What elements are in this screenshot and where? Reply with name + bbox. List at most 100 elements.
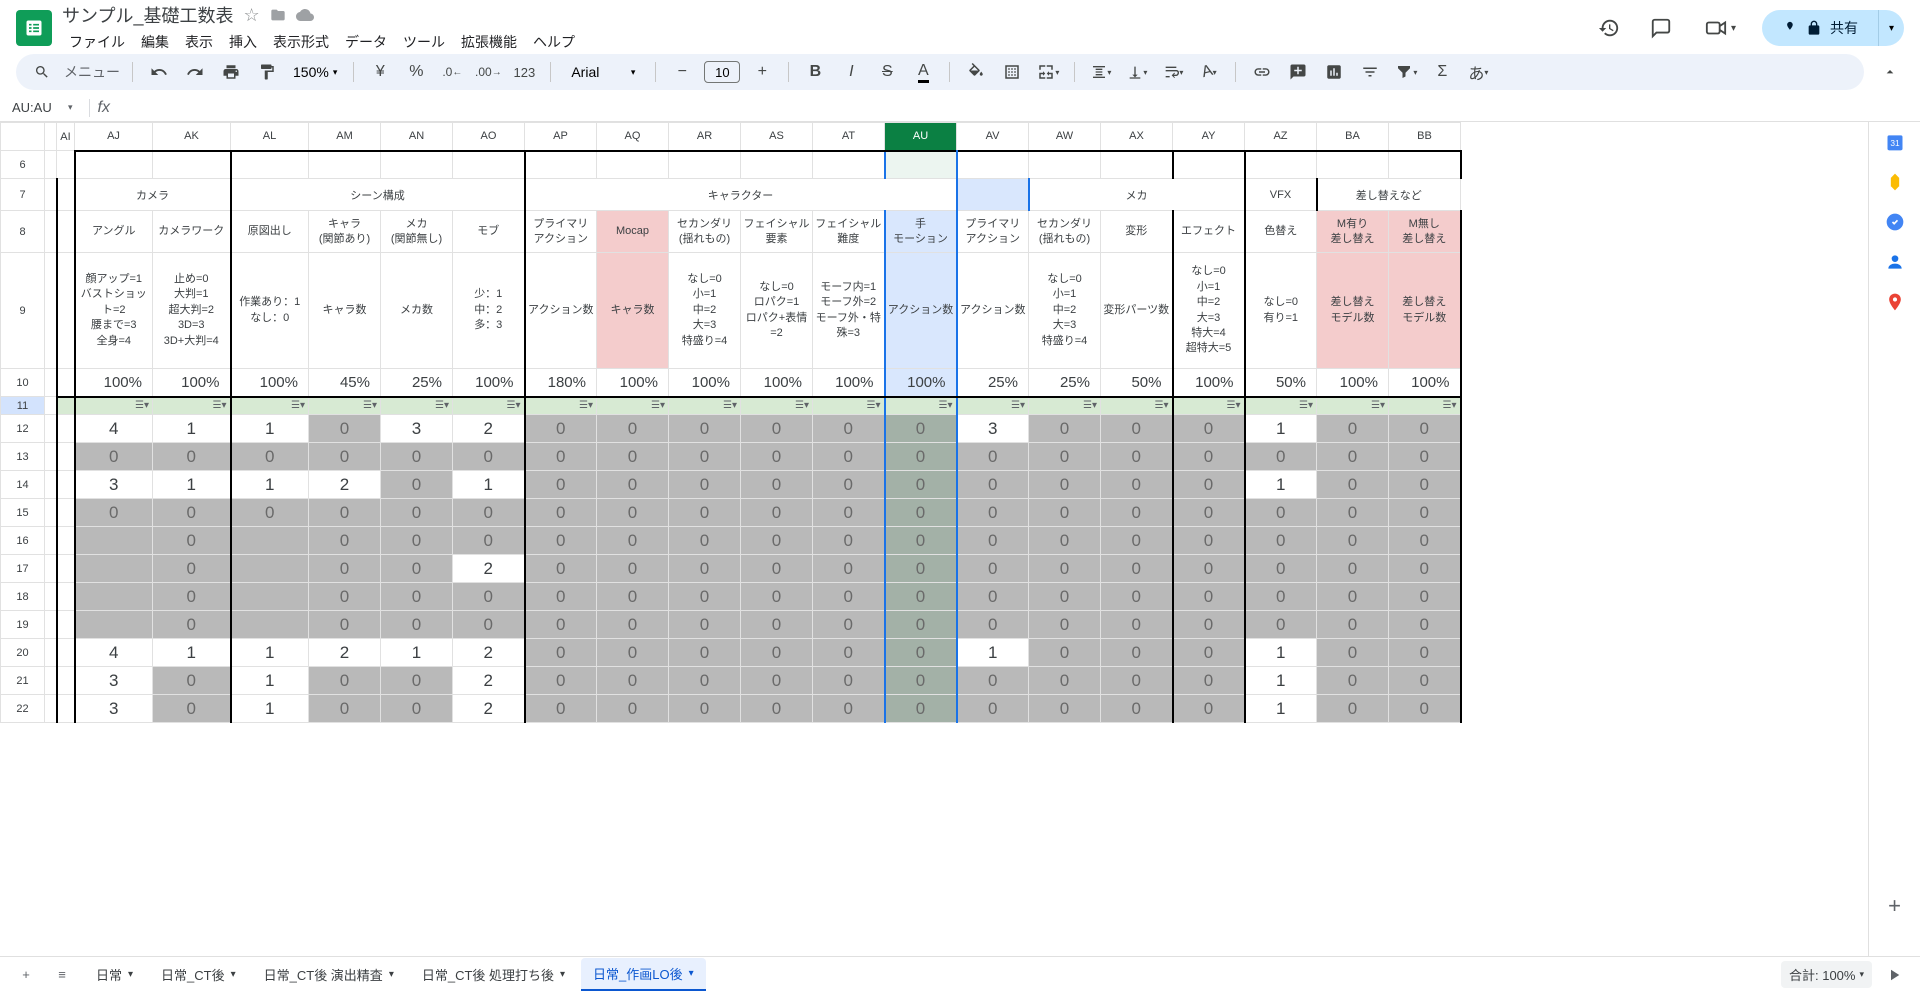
filter-AZ[interactable]: ☰▾ — [1245, 397, 1317, 415]
cell-AW12[interactable]: 0 — [1029, 415, 1101, 443]
cell-AM16[interactable]: 0 — [309, 527, 381, 555]
font-decrease-icon[interactable]: − — [668, 58, 696, 86]
col-header-BA[interactable]: BA — [1317, 123, 1389, 151]
pct-AO[interactable]: 100% — [453, 369, 525, 397]
cell-AO21[interactable]: 2 — [453, 667, 525, 695]
cell-AU18[interactable]: 0 — [885, 583, 957, 611]
cell-AO19[interactable]: 0 — [453, 611, 525, 639]
filter-AJ[interactable]: ☰▾ — [75, 397, 153, 415]
menu-file[interactable]: ファイル — [62, 30, 132, 54]
cell-BA13[interactable]: 0 — [1317, 443, 1389, 471]
cell-AW21[interactable]: 0 — [1029, 667, 1101, 695]
cell-AQ17[interactable]: 0 — [597, 555, 669, 583]
cell-BB15[interactable]: 0 — [1389, 499, 1461, 527]
cell-BA15[interactable]: 0 — [1317, 499, 1389, 527]
filter-AN[interactable]: ☰▾ — [381, 397, 453, 415]
cell-AJ22[interactable]: 3 — [75, 695, 153, 723]
cell-AL20[interactable]: 1 — [231, 639, 309, 667]
filter-AL[interactable]: ☰▾ — [231, 397, 309, 415]
rotate-icon[interactable]: A▾ — [1195, 58, 1223, 86]
print-icon[interactable] — [217, 58, 245, 86]
cell-BA17[interactable]: 0 — [1317, 555, 1389, 583]
share-dropdown[interactable]: ▾ — [1878, 10, 1904, 46]
cell-AQ12[interactable]: 0 — [597, 415, 669, 443]
sheet-tab-0[interactable]: 日常▾ — [84, 958, 145, 991]
cell-AM22[interactable]: 0 — [309, 695, 381, 723]
cell-AS15[interactable]: 0 — [741, 499, 813, 527]
cell-AL18[interactable] — [231, 583, 309, 611]
cell-AN16[interactable]: 0 — [381, 527, 453, 555]
cell-AW22[interactable]: 0 — [1029, 695, 1101, 723]
cell-AS13[interactable]: 0 — [741, 443, 813, 471]
col-header-AQ[interactable]: AQ — [597, 123, 669, 151]
row-header-11[interactable]: 11 — [1, 397, 45, 415]
cell-AW20[interactable]: 0 — [1029, 639, 1101, 667]
cell-AZ22[interactable]: 1 — [1245, 695, 1317, 723]
pct-AN[interactable]: 25% — [381, 369, 453, 397]
pct-BB[interactable]: 100% — [1389, 369, 1461, 397]
cell-BA14[interactable]: 0 — [1317, 471, 1389, 499]
row-header-6[interactable]: 6 — [1, 151, 45, 179]
cell-AP19[interactable]: 0 — [525, 611, 597, 639]
cell-AK18[interactable]: 0 — [153, 583, 231, 611]
menu-tools[interactable]: ツール — [396, 30, 452, 54]
col-header-AJ[interactable]: AJ — [75, 123, 153, 151]
collapse-toolbar-icon[interactable] — [1876, 58, 1904, 86]
cell-AT14[interactable]: 0 — [813, 471, 885, 499]
cell-AY21[interactable]: 0 — [1173, 667, 1245, 695]
col-header-AK[interactable]: AK — [153, 123, 231, 151]
cell-BB21[interactable]: 0 — [1389, 667, 1461, 695]
cell-AK13[interactable]: 0 — [153, 443, 231, 471]
cloud-status-icon[interactable] — [296, 6, 314, 24]
cell-AS12[interactable]: 0 — [741, 415, 813, 443]
pct-AL[interactable]: 100% — [231, 369, 309, 397]
cell-AT19[interactable]: 0 — [813, 611, 885, 639]
cell-AM19[interactable]: 0 — [309, 611, 381, 639]
col-header-AZ[interactable]: AZ — [1245, 123, 1317, 151]
cell-AW16[interactable]: 0 — [1029, 527, 1101, 555]
meet-button[interactable]: ▾ — [1695, 11, 1746, 45]
menu-help[interactable]: ヘルプ — [526, 30, 582, 54]
percent-icon[interactable]: % — [402, 58, 430, 86]
row-header-14[interactable]: 14 — [1, 471, 45, 499]
filter-AU[interactable]: ☰▾ — [885, 397, 957, 415]
cell-AY14[interactable]: 0 — [1173, 471, 1245, 499]
cell-BB19[interactable]: 0 — [1389, 611, 1461, 639]
filter-views-icon[interactable]: ▾ — [1392, 58, 1420, 86]
keep-icon[interactable] — [1885, 172, 1905, 192]
pct-AS[interactable]: 100% — [741, 369, 813, 397]
cell-AU21[interactable]: 0 — [885, 667, 957, 695]
cell-AQ13[interactable]: 0 — [597, 443, 669, 471]
cell-AP21[interactable]: 0 — [525, 667, 597, 695]
font-increase-icon[interactable]: + — [748, 58, 776, 86]
cell-AJ17[interactable] — [75, 555, 153, 583]
filter-AS[interactable]: ☰▾ — [741, 397, 813, 415]
cell-AM20[interactable]: 2 — [309, 639, 381, 667]
cell-AS20[interactable]: 0 — [741, 639, 813, 667]
cell-AX12[interactable]: 0 — [1101, 415, 1173, 443]
cell-AJ16[interactable] — [75, 527, 153, 555]
filter-BA[interactable]: ☰▾ — [1317, 397, 1389, 415]
cell-AW19[interactable]: 0 — [1029, 611, 1101, 639]
cell-AZ15[interactable]: 0 — [1245, 499, 1317, 527]
formula-input[interactable] — [118, 100, 1912, 115]
cell-AM17[interactable]: 0 — [309, 555, 381, 583]
cell-AU19[interactable]: 0 — [885, 611, 957, 639]
align-v-icon[interactable]: ▾ — [1123, 58, 1151, 86]
col-header-AI[interactable]: AI — [57, 123, 75, 151]
cell-AL22[interactable]: 1 — [231, 695, 309, 723]
calendar-icon[interactable]: 31 — [1885, 132, 1905, 152]
cell-AV21[interactable]: 0 — [957, 667, 1029, 695]
cell-AN20[interactable]: 1 — [381, 639, 453, 667]
row-header-13[interactable]: 13 — [1, 443, 45, 471]
cell-AK12[interactable]: 1 — [153, 415, 231, 443]
cell-AZ18[interactable]: 0 — [1245, 583, 1317, 611]
cell-AV15[interactable]: 0 — [957, 499, 1029, 527]
wrap-icon[interactable]: ▾ — [1159, 58, 1187, 86]
cell-AV14[interactable]: 0 — [957, 471, 1029, 499]
cell-AU12[interactable]: 0 — [885, 415, 957, 443]
history-icon[interactable] — [1591, 10, 1627, 46]
cell-AO13[interactable]: 0 — [453, 443, 525, 471]
cell-AS22[interactable]: 0 — [741, 695, 813, 723]
cell-AN19[interactable]: 0 — [381, 611, 453, 639]
